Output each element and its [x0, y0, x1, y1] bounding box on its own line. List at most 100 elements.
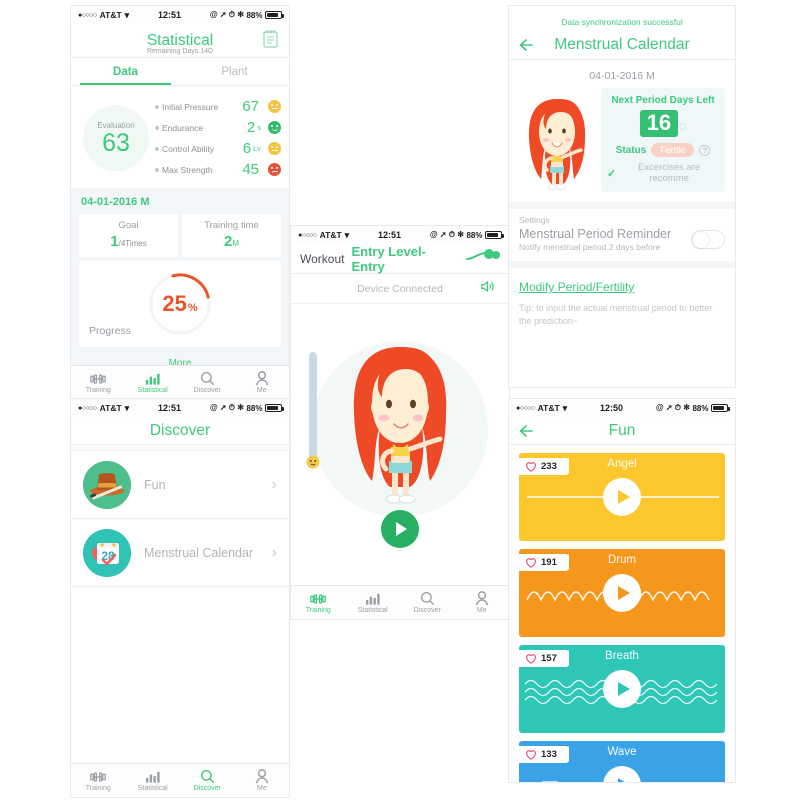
reminder-toggle[interactable] — [691, 230, 725, 249]
tab-statistical[interactable]: Statistical — [126, 770, 181, 792]
page-title: Fun — [608, 421, 636, 439]
back-arrow-icon[interactable] — [519, 38, 537, 52]
fun-card-wave[interactable]: Wave 133 — [519, 741, 725, 782]
list-item-fun[interactable]: Fun › — [71, 451, 289, 519]
tab-plant[interactable]: Plant — [180, 58, 289, 85]
carrier-label: AT&T — [537, 403, 560, 413]
tab-statistical[interactable]: Statistical — [126, 372, 181, 394]
dumbbell-icon — [90, 373, 107, 384]
status-icons: @ ➚ ⏱ ✻ — [209, 403, 244, 412]
evaluation-circle: Evaluation 63 — [83, 105, 149, 171]
like-count: 191 — [541, 557, 557, 568]
clock: 12:51 — [378, 230, 402, 240]
metrics-list: Initial Pressure 67 Endurance 2 s Contro… — [149, 96, 281, 180]
status-bar: ●○○○○ AT&T ▾ 12:51 @ ➚ ⏱ ✻ 88% — [291, 226, 509, 244]
tab-discover[interactable]: Discover — [400, 591, 455, 614]
discover-panel: ●○○○○ AT&T ▾ 12:51 @ ➚ ⏱ ✻ 88% Discover — [70, 398, 290, 798]
play-button[interactable] — [603, 574, 641, 612]
discover-navbar: Discover — [71, 417, 289, 445]
play-button[interactable] — [603, 670, 641, 708]
metric-value: 6 — [242, 140, 252, 157]
signal-dots-icon: ●○○○○ — [516, 404, 535, 412]
face-neutral-icon — [268, 142, 281, 155]
tab-me-label: Me — [476, 607, 487, 614]
evaluation-score: 63 — [102, 128, 130, 157]
tab-me[interactable]: Me — [455, 591, 510, 614]
page-title: Menstrual Calendar — [554, 35, 690, 53]
girl-avatar-illustration — [519, 88, 595, 192]
chevron-right-icon: › — [271, 475, 277, 493]
carrier-label: AT&T — [319, 230, 342, 240]
magic-hat-icon — [83, 460, 131, 509]
device-status-text: Device Connected — [357, 282, 443, 295]
like-badge[interactable]: 191 — [519, 554, 568, 571]
bar-chart-icon — [146, 373, 160, 385]
modify-period-link[interactable]: Modify Period/Fertility — [519, 280, 634, 294]
clock: 12:50 — [600, 403, 624, 413]
bar-chart-icon — [366, 593, 380, 605]
tab-me[interactable]: Me — [235, 371, 290, 394]
metric-unit: Lv — [253, 144, 261, 153]
face-happy-icon — [268, 121, 281, 134]
tab-discover[interactable]: Discover — [180, 371, 235, 394]
next-period-card: Next Period Days Left 16 D Status Fertil… — [509, 88, 735, 202]
goal-card: Goal 1/4Times — [79, 214, 178, 257]
dumbbell-icon — [310, 593, 327, 604]
search-icon — [200, 769, 214, 784]
status-badge: Fertile — [651, 143, 695, 157]
signal-dots-icon: ●○○○○ — [78, 11, 97, 19]
fun-card-angel[interactable]: Angel 233 — [519, 453, 725, 541]
intensity-slider-track[interactable] — [309, 352, 317, 462]
page-title: Statistical — [146, 31, 214, 49]
metric-value: 67 — [242, 98, 259, 115]
bluetooth-device-icon[interactable] — [466, 249, 500, 268]
tab-training[interactable]: Training — [71, 372, 126, 394]
tab-training[interactable]: Training — [71, 770, 126, 792]
battery-percent: 88% — [692, 403, 709, 413]
play-button[interactable] — [603, 478, 641, 516]
workout-panel: ●○○○○ AT&T ▾ 12:51 @ ➚ ⏱ ✻ 88% Workout E… — [290, 225, 510, 620]
tab-discover-label: Discover — [413, 607, 441, 614]
list-item-menstrual-calendar[interactable]: 28 Menstrual Calendar › — [71, 519, 289, 587]
like-badge[interactable]: 133 — [519, 746, 568, 763]
bar-chart-icon — [146, 771, 160, 783]
fun-card-breath[interactable]: Breath 157 — [519, 645, 725, 733]
question-icon[interactable]: ? — [699, 144, 711, 156]
dumbbell-icon — [90, 771, 107, 782]
tab-discover[interactable]: Discover — [180, 769, 235, 792]
days-left-unit: D — [679, 122, 687, 133]
tab-training[interactable]: Training — [291, 592, 346, 614]
heart-icon — [526, 750, 536, 760]
training-time-unit: M — [232, 239, 239, 248]
fun-card-drum[interactable]: Drum 191 — [519, 549, 725, 637]
tab-statistical[interactable]: Statistical — [346, 592, 401, 614]
training-time-card: Training time 2M — [182, 214, 281, 257]
notes-icon[interactable] — [262, 29, 279, 53]
clock: 12:51 — [158, 403, 182, 413]
status-bar: ●○○○○ AT&T ▾ 12:51 @ ➚ ⏱ ✻ 88% — [71, 399, 289, 417]
like-badge[interactable]: 233 — [519, 458, 568, 475]
device-status-bar: Device Connected — [291, 274, 509, 304]
reminder-note: Notify menstrual period 2 days before — [519, 242, 661, 252]
like-count: 157 — [541, 653, 557, 664]
back-arrow-icon[interactable] — [519, 424, 537, 438]
metric-value: 45 — [242, 161, 259, 178]
tab-data[interactable]: Data — [71, 58, 180, 85]
workout-header: Workout Entry Level-Entry — [291, 244, 509, 274]
like-badge[interactable]: 157 — [519, 650, 568, 667]
progress-value: 25 — [162, 291, 187, 316]
heart-icon — [526, 654, 536, 664]
reminder-title: Menstrual Period Reminder — [519, 227, 672, 241]
tab-me[interactable]: Me — [235, 769, 290, 792]
workout-level-title[interactable]: Entry Level-Entry — [351, 244, 459, 274]
slider-knob-icon[interactable] — [305, 454, 321, 470]
statistical-navbar: Statistical Remaining Days:14D — [71, 24, 289, 58]
tabbar: Training Statistical Discover Me — [291, 585, 509, 619]
speaker-icon[interactable] — [480, 279, 495, 298]
battery-percent: 88% — [466, 230, 483, 240]
status-icons: @ ➚ ⏱ ✻ — [209, 10, 244, 19]
list-item-fun-label: Fun — [144, 477, 166, 492]
battery-icon — [265, 11, 284, 19]
heart-icon — [526, 462, 536, 472]
days-left-value: 16 — [646, 110, 672, 135]
